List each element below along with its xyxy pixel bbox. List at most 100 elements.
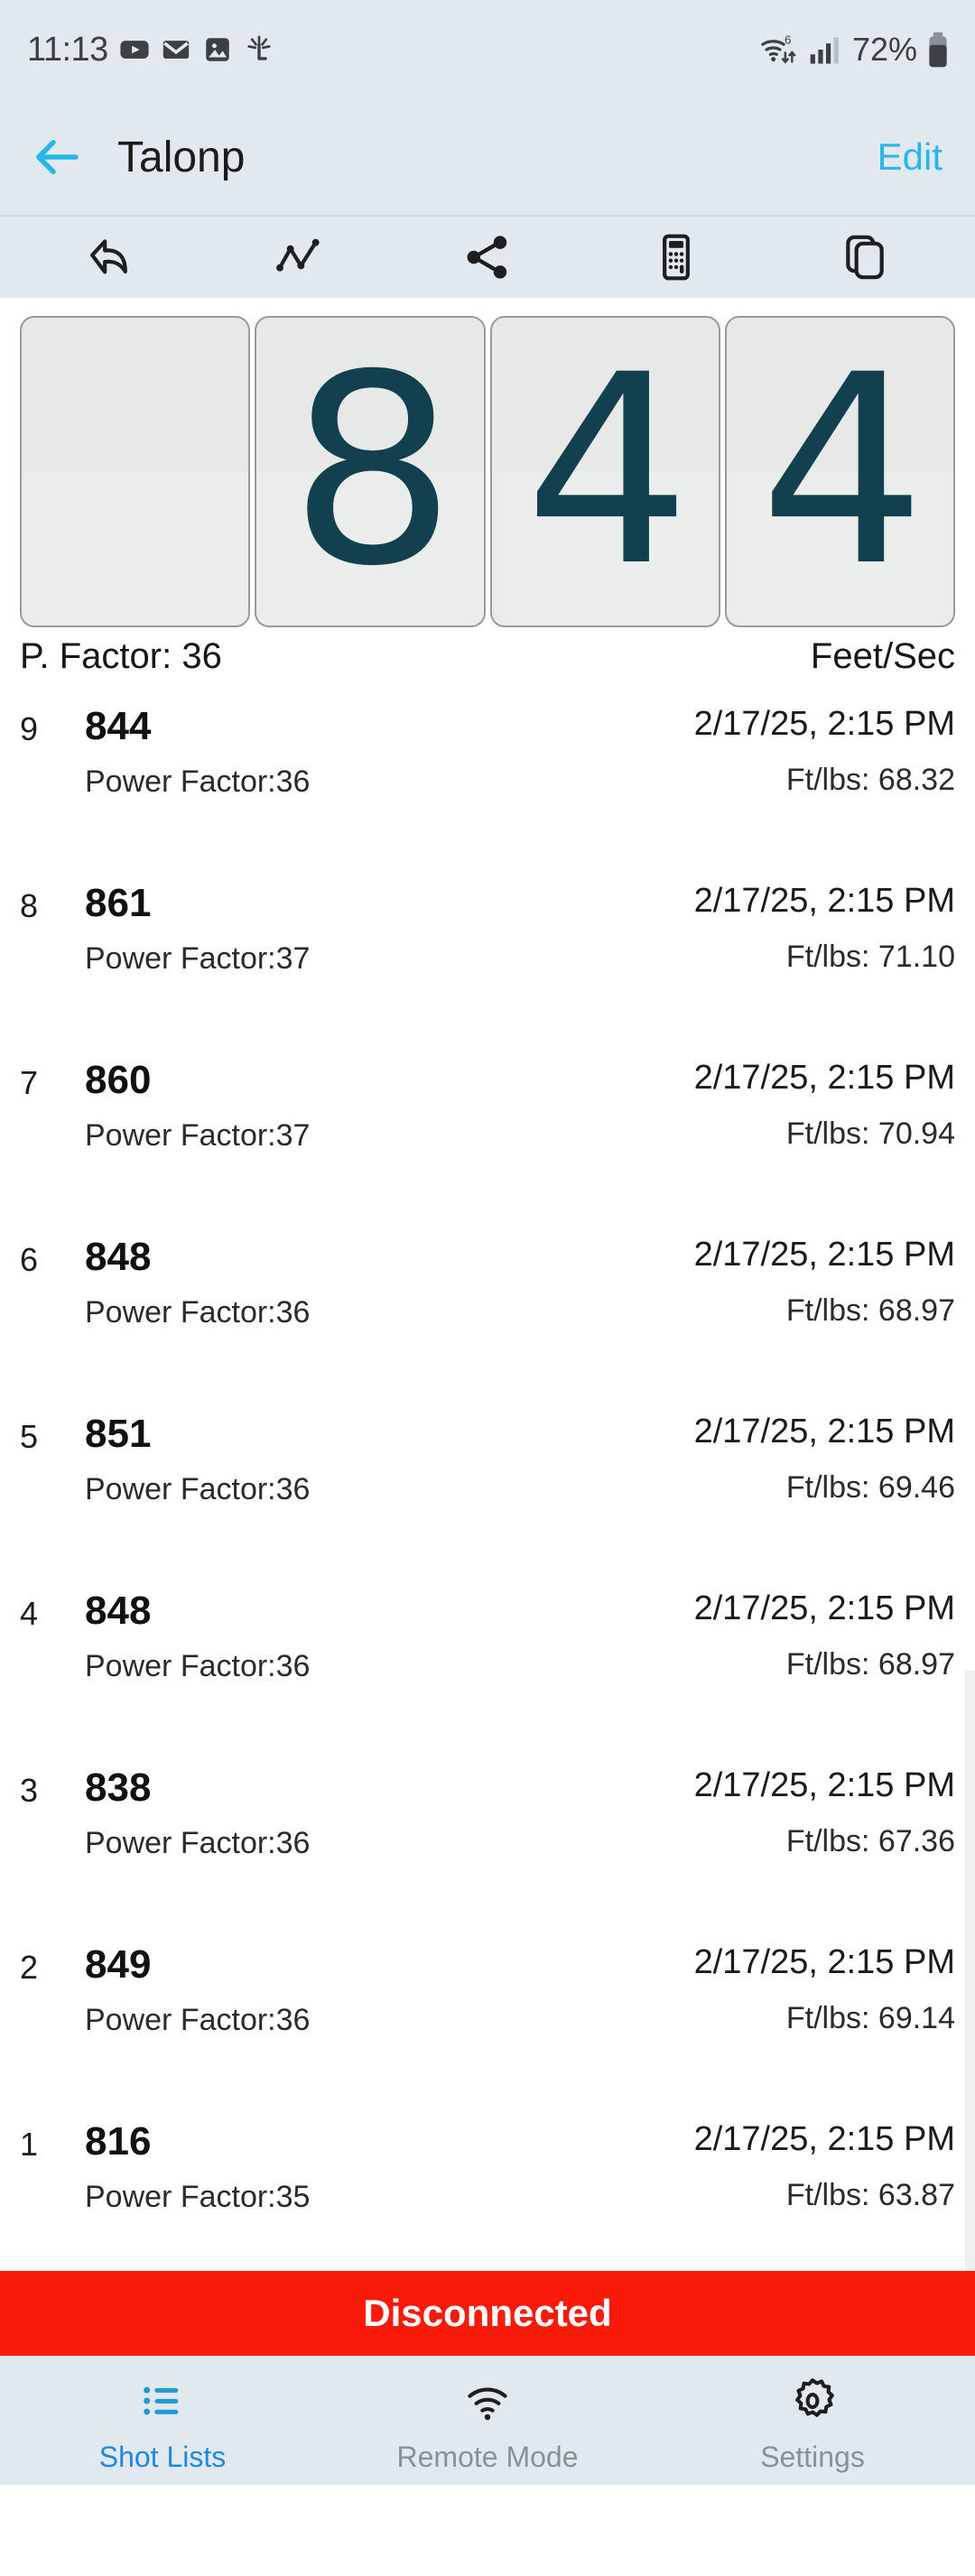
status-badge: Disconnected (0, 2271, 975, 2356)
copy-button[interactable] (770, 217, 959, 298)
table-row[interactable]: 3 838 Power Factor:36 2/17/25, 2:15 PM F… (0, 1744, 975, 1921)
shot-timestamp: 2/17/25, 2:15 PM (693, 1236, 955, 1274)
digit-value: 4 (524, 319, 691, 624)
tab-label: Shot Lists (98, 2441, 227, 2473)
shot-index: 7 (20, 1064, 39, 1101)
page-title: Talonp (117, 133, 246, 181)
shot-ft-lbs: Ft/lbs: 63.87 (785, 2177, 955, 2212)
shot-ft-lbs: Ft/lbs: 68.97 (785, 1646, 955, 1682)
wifi-6-icon: 6 (761, 32, 796, 64)
shot-power-factor: Power Factor:37 (85, 941, 311, 976)
shot-timestamp: 2/17/25, 2:15 PM (693, 2120, 955, 2158)
shot-power-factor: Power Factor:36 (85, 1295, 311, 1330)
share-button[interactable] (394, 217, 582, 298)
shot-timestamp: 2/17/25, 2:15 PM (693, 1943, 955, 1981)
shot-timestamp: 2/17/25, 2:15 PM (693, 882, 955, 920)
table-row[interactable]: 7 860 Power Factor:37 2/17/25, 2:15 PM F… (0, 1036, 975, 1213)
shot-list[interactable]: 9 844 Power Factor:36 2/17/25, 2:15 PM F… (0, 682, 975, 2271)
table-row[interactable]: 6 848 Power Factor:36 2/17/25, 2:15 PM F… (0, 1213, 975, 1390)
gear-icon (788, 2376, 837, 2426)
units-label: Feet/Sec (810, 636, 955, 676)
shot-velocity: 844 (85, 704, 152, 748)
tab-settings[interactable]: Settings (650, 2356, 975, 2485)
shot-index: 3 (20, 1772, 39, 1809)
share-icon (467, 236, 507, 279)
digit-card (20, 316, 251, 627)
shot-power-factor: Power Factor:36 (85, 1472, 311, 1506)
chart-button[interactable] (205, 217, 394, 298)
power-factor-label: P. Factor: 36 (20, 636, 222, 676)
digit-value: 8 (289, 319, 456, 624)
connection-status-label: Disconnected (363, 2292, 612, 2334)
tab-label: Settings (760, 2441, 865, 2473)
tab-remote-mode[interactable]: Remote Mode (325, 2356, 650, 2485)
shot-ft-lbs: Ft/lbs: 70.94 (785, 1116, 955, 1151)
tab-shot-lists[interactable]: Shot Lists (0, 2356, 325, 2485)
calculator-icon (662, 234, 690, 281)
status-bar-right: 6 72% (760, 31, 950, 69)
app-header: Talonp Edit (0, 99, 975, 215)
shot-timestamp: 2/17/25, 2:15 PM (693, 1059, 955, 1097)
scrollbar[interactable] (965, 1671, 975, 2271)
action-toolbar (0, 215, 975, 298)
digit-card: 4 (489, 316, 720, 627)
shot-timestamp: 2/17/25, 2:15 PM (693, 1589, 955, 1627)
shot-velocity: 849 (85, 1942, 152, 1987)
shot-velocity: 848 (85, 1589, 152, 1633)
shot-timestamp: 2/17/25, 2:15 PM (693, 705, 955, 743)
copy-icon (845, 235, 884, 280)
shot-velocity: 860 (85, 1058, 152, 1102)
shot-velocity: 851 (85, 1412, 152, 1456)
shot-velocity: 816 (85, 2119, 152, 2164)
battery-icon (929, 32, 947, 68)
gmail-icon (162, 41, 189, 59)
digit-value: 4 (759, 319, 925, 624)
status-bar-clock: 11:13 (27, 30, 108, 69)
shot-power-factor: Power Factor:36 (85, 2003, 311, 2037)
table-row[interactable]: 1 816 Power Factor:35 2/17/25, 2:15 PM F… (0, 2098, 975, 2271)
shot-ft-lbs: Ft/lbs: 68.97 (785, 1293, 955, 1328)
svg-text:6: 6 (785, 32, 791, 46)
table-row[interactable]: 4 848 Power Factor:36 2/17/25, 2:15 PM F… (0, 1567, 975, 1744)
shot-power-factor: Power Factor:35 (85, 2180, 311, 2214)
shot-index: 8 (20, 887, 39, 924)
shot-power-factor: Power Factor:36 (85, 1649, 311, 1683)
shot-index: 4 (20, 1595, 39, 1632)
status-bar-left: 11:13 (27, 31, 274, 69)
undo-icon (90, 239, 128, 274)
tab-label: Remote Mode (396, 2441, 579, 2473)
back-arrow-icon[interactable] (31, 130, 85, 184)
shot-power-factor: Power Factor:36 (85, 1826, 311, 1860)
shot-index: 5 (20, 1418, 39, 1455)
digit-card: 8 (255, 316, 486, 627)
list-icon (139, 2376, 186, 2426)
status-bar: 11:13 6 72% (0, 0, 975, 99)
edit-button[interactable]: Edit (878, 135, 942, 179)
shot-ft-lbs: Ft/lbs: 69.14 (785, 2000, 955, 2035)
table-row[interactable]: 8 861 Power Factor:37 2/17/25, 2:15 PM F… (0, 859, 975, 1036)
battery-percent-label: 72% (851, 31, 917, 68)
shot-velocity: 848 (85, 1235, 152, 1279)
shot-ft-lbs: Ft/lbs: 68.32 (785, 762, 955, 797)
shot-ft-lbs: Ft/lbs: 67.36 (785, 1823, 955, 1858)
shot-index: 6 (20, 1241, 39, 1278)
velocity-readout: 8 4 4 (0, 298, 975, 627)
shot-ft-lbs: Ft/lbs: 69.46 (785, 1469, 955, 1505)
table-row[interactable]: 9 844 Power Factor:36 2/17/25, 2:15 PM F… (0, 682, 975, 859)
digit-card: 4 (724, 316, 955, 627)
wifi-icon (464, 2376, 511, 2426)
gallery-icon (206, 38, 229, 61)
shot-timestamp: 2/17/25, 2:15 PM (693, 1766, 955, 1804)
calculator-button[interactable] (581, 217, 770, 298)
bottom-navigation: Shot Lists Remote Mode Settings (0, 2356, 975, 2485)
shot-velocity: 838 (85, 1765, 152, 1810)
shot-ft-lbs: Ft/lbs: 71.10 (785, 939, 955, 974)
youtube-icon (120, 41, 149, 59)
shot-index: 1 (20, 2126, 39, 2163)
shot-index: 9 (20, 710, 39, 747)
chart-line-icon (276, 238, 320, 272)
undo-button[interactable] (16, 217, 205, 298)
shot-power-factor: Power Factor:36 (85, 764, 311, 799)
table-row[interactable]: 2 849 Power Factor:36 2/17/25, 2:15 PM F… (0, 1921, 975, 2098)
table-row[interactable]: 5 851 Power Factor:36 2/17/25, 2:15 PM F… (0, 1390, 975, 1567)
